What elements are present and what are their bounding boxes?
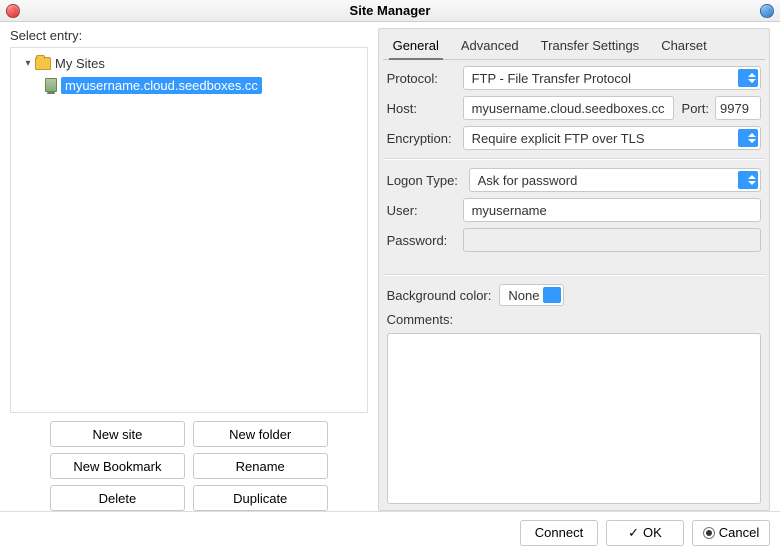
tab-general[interactable]: General bbox=[389, 35, 443, 60]
host-label: Host: bbox=[387, 101, 463, 116]
dropdown-arrow-icon bbox=[543, 287, 561, 303]
new-bookmark-button[interactable]: New Bookmark bbox=[50, 453, 185, 479]
rename-button[interactable]: Rename bbox=[193, 453, 328, 479]
comments-textarea[interactable] bbox=[387, 333, 761, 504]
site-tree[interactable]: ▾ My Sites myusername.cloud.seedboxes.cc bbox=[10, 47, 368, 413]
password-input bbox=[463, 228, 761, 252]
titlebar: Site Manager bbox=[0, 0, 780, 22]
bgcolor-label: Background color: bbox=[387, 288, 492, 303]
connect-button[interactable]: Connect bbox=[520, 520, 598, 546]
password-label: Password: bbox=[387, 233, 463, 248]
dialog-footer: Connect ✓ OK Cancel bbox=[0, 511, 780, 553]
port-value: 9979 bbox=[720, 101, 749, 116]
cancel-label: Cancel bbox=[719, 525, 759, 540]
encryption-value: Require explicit FTP over TLS bbox=[472, 131, 645, 146]
close-window-button[interactable] bbox=[6, 4, 20, 18]
settings-panel: General Advanced Transfer Settings Chars… bbox=[378, 28, 770, 511]
delete-button[interactable]: Delete bbox=[50, 485, 185, 511]
user-value: myusername bbox=[472, 203, 547, 218]
encryption-label: Encryption: bbox=[387, 131, 463, 146]
logon-type-select[interactable]: Ask for password bbox=[469, 168, 761, 192]
ok-label: OK bbox=[643, 525, 662, 540]
tab-charset[interactable]: Charset bbox=[657, 35, 711, 59]
bgcolor-value: None bbox=[508, 288, 539, 303]
new-site-button[interactable]: New site bbox=[50, 421, 185, 447]
protocol-label: Protocol: bbox=[387, 71, 463, 86]
new-folder-button[interactable]: New folder bbox=[193, 421, 328, 447]
tab-advanced[interactable]: Advanced bbox=[457, 35, 523, 59]
tree-site-label: myusername.cloud.seedboxes.cc bbox=[61, 77, 262, 94]
port-label: Port: bbox=[682, 101, 709, 116]
encryption-select[interactable]: Require explicit FTP over TLS bbox=[463, 126, 761, 150]
ok-button[interactable]: ✓ OK bbox=[606, 520, 684, 546]
tab-bar: General Advanced Transfer Settings Chars… bbox=[383, 31, 765, 60]
expand-toggle-icon[interactable]: ▾ bbox=[21, 58, 35, 69]
main-content: Select entry: ▾ My Sites myusername.clou… bbox=[0, 22, 780, 511]
protocol-value: FTP - File Transfer Protocol bbox=[472, 71, 631, 86]
bgcolor-select[interactable]: None bbox=[499, 284, 564, 306]
logon-type-value: Ask for password bbox=[478, 173, 578, 188]
comments-label: Comments: bbox=[387, 312, 453, 327]
cancel-button[interactable]: Cancel bbox=[692, 520, 770, 546]
general-form: Protocol: FTP - File Transfer Protocol H… bbox=[383, 60, 765, 504]
host-input[interactable]: myusername.cloud.seedboxes.cc bbox=[463, 96, 674, 120]
select-entry-label: Select entry: bbox=[10, 28, 368, 43]
maximize-window-button[interactable] bbox=[760, 4, 774, 18]
duplicate-button[interactable]: Duplicate bbox=[193, 485, 328, 511]
dropdown-arrow-icon bbox=[738, 129, 758, 147]
logon-type-label: Logon Type: bbox=[387, 173, 469, 188]
tree-site-item[interactable]: myusername.cloud.seedboxes.cc bbox=[11, 74, 367, 96]
port-input[interactable]: 9979 bbox=[715, 96, 761, 120]
protocol-select[interactable]: FTP - File Transfer Protocol bbox=[463, 66, 761, 90]
divider bbox=[383, 274, 765, 276]
tab-transfer-settings[interactable]: Transfer Settings bbox=[537, 35, 644, 59]
dropdown-arrow-icon bbox=[738, 69, 758, 87]
folder-icon bbox=[35, 57, 51, 70]
cancel-icon bbox=[703, 527, 715, 539]
host-value: myusername.cloud.seedboxes.cc bbox=[472, 101, 665, 116]
server-icon bbox=[45, 78, 57, 92]
site-tree-panel: Select entry: ▾ My Sites myusername.clou… bbox=[10, 28, 368, 511]
window-title: Site Manager bbox=[350, 3, 431, 18]
user-input[interactable]: myusername bbox=[463, 198, 761, 222]
site-tree-buttons: New site New folder New Bookmark Rename … bbox=[10, 421, 368, 511]
tree-root[interactable]: ▾ My Sites bbox=[11, 52, 367, 74]
tree-root-label: My Sites bbox=[55, 56, 105, 71]
check-icon: ✓ bbox=[628, 526, 639, 539]
dropdown-arrow-icon bbox=[738, 171, 758, 189]
divider bbox=[383, 158, 765, 160]
user-label: User: bbox=[387, 203, 463, 218]
